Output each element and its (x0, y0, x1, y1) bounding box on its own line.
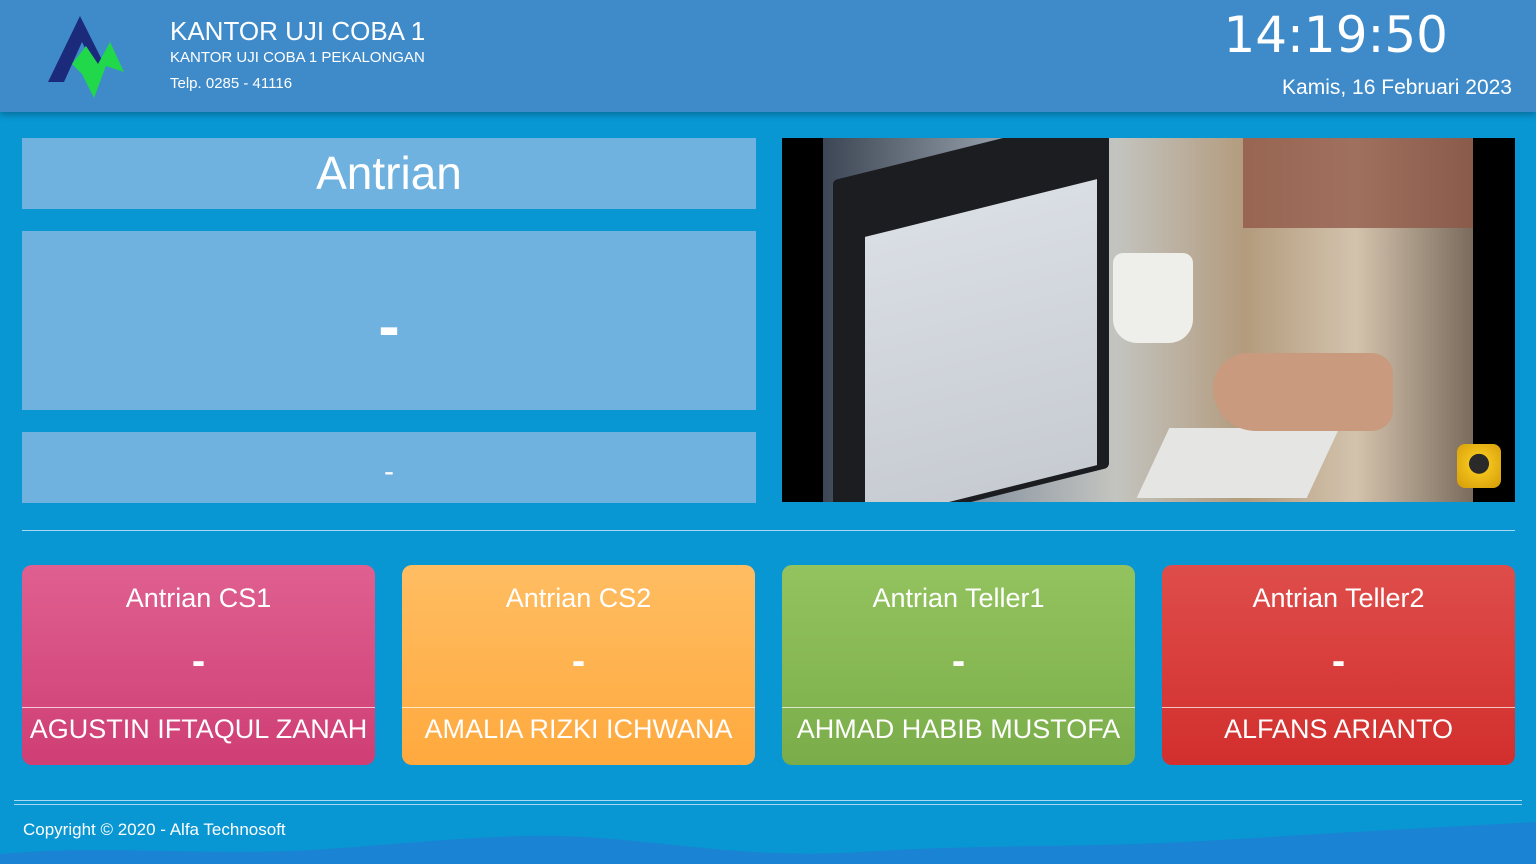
company-logo-icon (48, 16, 124, 98)
section-divider (22, 530, 1515, 531)
queue-title-panel: Antrian (22, 138, 756, 209)
video-screen-shape (865, 179, 1097, 502)
counter-card-teller1: Antrian Teller1 - AHMAD HABIB MUSTOFA (782, 565, 1135, 765)
counter-card-cs2: Antrian CS2 - AMALIA RIZKI ICHWANA (402, 565, 755, 765)
video-frame (823, 138, 1473, 502)
counter-staff-name: AMALIA RIZKI ICHWANA (424, 714, 733, 744)
clock-date: Kamis, 16 Februari 2023 (1282, 76, 1512, 99)
counter-card-teller2: Antrian Teller2 - ALFANS ARIANTO (1162, 565, 1515, 765)
footer-divider (14, 800, 1522, 805)
video-player[interactable] (782, 138, 1515, 502)
office-subtitle: KANTOR UJI COBA 1 PEKALONGAN (170, 49, 425, 66)
counter-staff-name: AHMAD HABIB MUSTOFA (796, 714, 1121, 744)
header-bar: KANTOR UJI COBA 1 KANTOR UJI COBA 1 PEKA… (0, 0, 1536, 112)
video-cup-shape (1113, 253, 1193, 343)
counter-number: - (1331, 639, 1346, 683)
video-background-person (1243, 138, 1473, 228)
counter-staff-name: AGUSTIN IFTAQUL ZANAH (29, 714, 368, 744)
video-hand-shape (1213, 353, 1393, 431)
counter-number: - (571, 639, 586, 683)
counter-title: Antrian Teller2 (1252, 583, 1425, 613)
footer-copyright: Copyright © 2020 - Alfa Technosoft (23, 820, 286, 839)
current-queue-counter: - (22, 432, 756, 503)
counter-number: - (951, 639, 966, 683)
counter-divider (22, 707, 375, 708)
counter-title: Antrian CS2 (505, 583, 652, 613)
office-phone: Telp. 0285 - 41116 (170, 75, 293, 92)
counter-title: Antrian CS1 (125, 583, 272, 613)
counter-staff-name: ALFANS ARIANTO (1223, 714, 1454, 744)
clock-time: 14:19:50 (1223, 6, 1448, 64)
video-keyboard-shape (1136, 428, 1340, 498)
counter-card-cs1: Antrian CS1 - AGUSTIN IFTAQUL ZANAH (22, 565, 375, 765)
counter-number: - (191, 639, 206, 683)
office-title: KANTOR UJI COBA 1 (170, 16, 426, 46)
counter-title: Antrian Teller1 (872, 583, 1045, 613)
counter-divider (1162, 707, 1515, 708)
camera-icon[interactable] (1457, 444, 1501, 488)
counter-divider (782, 707, 1135, 708)
counter-divider (402, 707, 755, 708)
current-queue-number: - (22, 231, 756, 410)
